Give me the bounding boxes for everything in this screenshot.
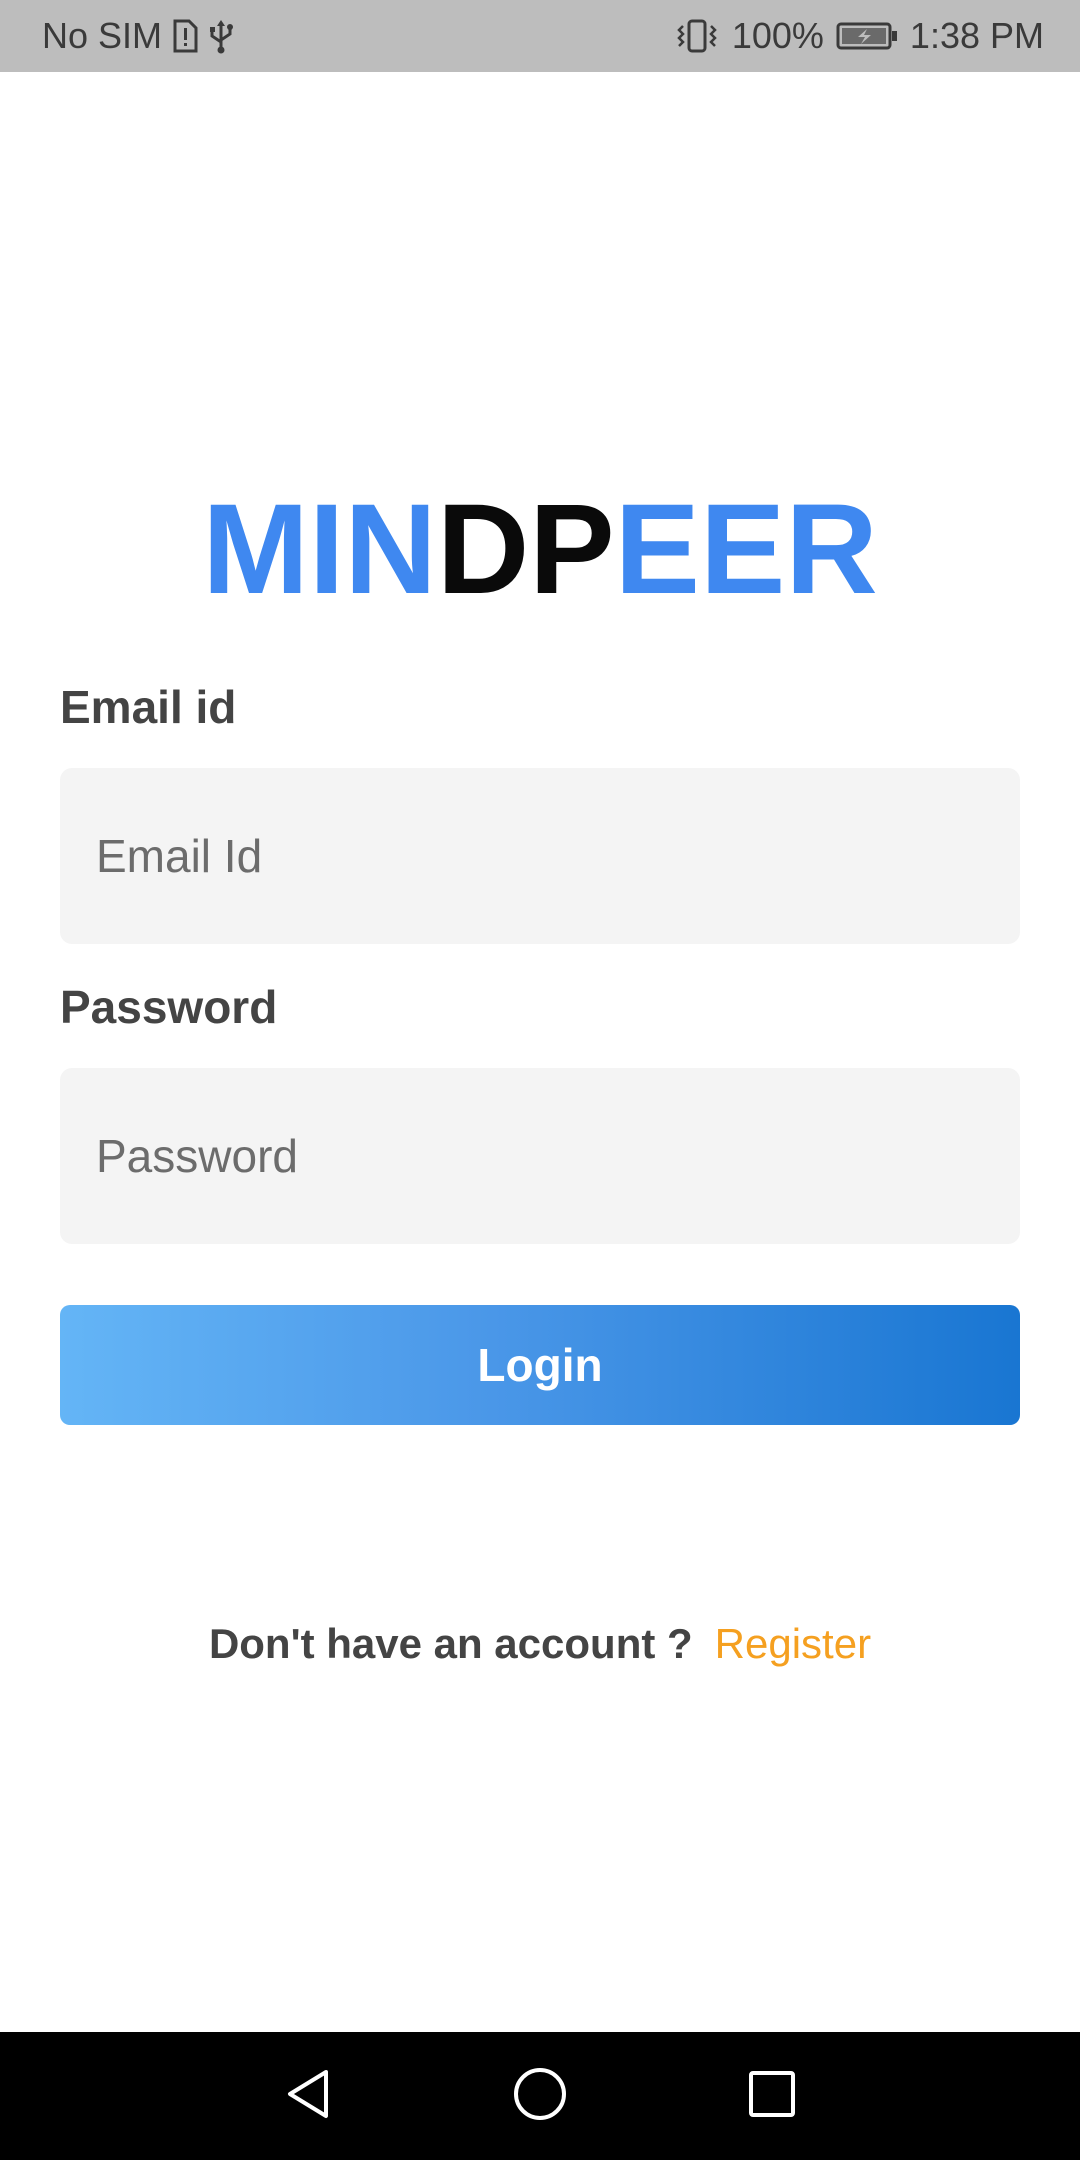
vibrate-icon bbox=[674, 18, 720, 54]
status-right: 100% 1:38 PM bbox=[674, 15, 1044, 57]
battery-percent: 100% bbox=[731, 15, 824, 56]
logo-part-dp: DP bbox=[436, 478, 615, 621]
register-row: Don't have an account ? Register bbox=[0, 1620, 1080, 1668]
status-left: No SIM bbox=[42, 15, 234, 57]
home-button[interactable] bbox=[480, 2032, 600, 2160]
clock-text: 1:38 PM bbox=[909, 15, 1044, 56]
battery-charging-icon bbox=[836, 21, 898, 51]
recents-icon bbox=[747, 2069, 797, 2124]
back-button[interactable] bbox=[248, 2032, 368, 2160]
logo-part-min: MIN bbox=[202, 478, 437, 621]
register-link[interactable]: Register bbox=[715, 1620, 871, 1667]
back-icon bbox=[282, 2066, 334, 2127]
email-input[interactable] bbox=[60, 768, 1020, 944]
email-label: Email id bbox=[60, 681, 237, 733]
password-label: Password bbox=[60, 981, 278, 1033]
password-input[interactable] bbox=[60, 1068, 1020, 1244]
status-bar: No SIM 100% 1:38 PM bbox=[0, 0, 1080, 72]
navigation-bar bbox=[0, 2032, 1080, 2160]
sim-alert-icon bbox=[172, 19, 198, 53]
carrier-text: No SIM bbox=[42, 15, 163, 56]
register-prompt: Don't have an account ? bbox=[208, 1620, 693, 1667]
login-button[interactable]: Login bbox=[60, 1305, 1020, 1425]
login-screen: No SIM 100% 1:38 PM MINDPEER Email id Em… bbox=[0, 0, 1080, 2160]
recents-button[interactable] bbox=[712, 2032, 832, 2160]
home-icon bbox=[512, 2066, 568, 2127]
logo-part-eer: EER bbox=[614, 478, 878, 621]
usb-icon bbox=[208, 18, 234, 54]
app-logo: MINDPEER bbox=[0, 480, 1080, 620]
